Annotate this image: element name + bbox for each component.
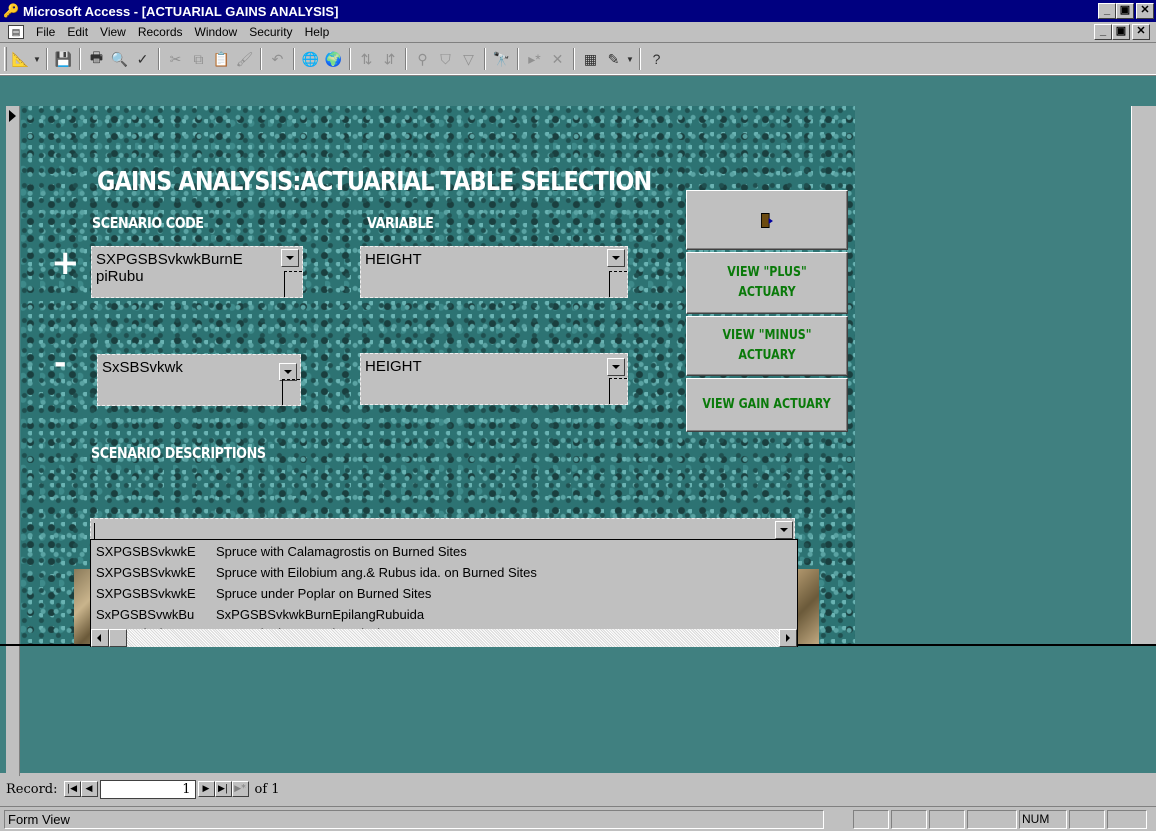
minus-scenario-combo[interactable]: SxSBSvkwk	[97, 354, 301, 406]
plus-variable-combo[interactable]: HEIGHT	[360, 246, 628, 298]
record-number-input[interactable]: 1	[99, 779, 196, 799]
minus-variable-dropdown-icon[interactable]	[607, 358, 625, 376]
next-record-icon[interactable]: ▶	[197, 781, 215, 797]
plus-variable-value: HEIGHT	[365, 251, 422, 268]
scenario-descriptions-label: SCENARIO DESCRIPTIONS	[91, 444, 266, 462]
spelling-icon[interactable]: ✓	[131, 48, 154, 70]
record-count: of 1	[254, 781, 280, 797]
plus-scenario-combo[interactable]: SXPGSBSvkwkBurnE piRubu	[91, 246, 303, 298]
paste-icon[interactable]: 📋	[210, 48, 233, 70]
status-bar: Form View NUM	[0, 806, 1156, 831]
close-button[interactable]: ✕	[1136, 3, 1154, 19]
status-panel	[853, 810, 889, 829]
plus-sign: +	[51, 243, 80, 283]
scroll-right-icon[interactable]	[779, 629, 797, 647]
scroll-left-icon[interactable]	[91, 629, 109, 647]
cut-icon[interactable]: ✂	[164, 48, 187, 70]
plus-scenario-dropdown-icon[interactable]	[281, 249, 299, 267]
view-gain-actuary-button[interactable]: VIEW GAIN ACTUARY	[686, 378, 848, 432]
print-preview-icon[interactable]: 🔍	[108, 48, 131, 70]
status-panel	[967, 810, 1017, 829]
variable-label: VARIABLE	[367, 214, 434, 232]
last-record-icon[interactable]: ▶|	[214, 781, 232, 797]
sort-descending-icon[interactable]: ⇵	[378, 48, 401, 70]
save-icon[interactable]: 💾	[52, 48, 75, 70]
plus-scenario-value: SXPGSBSvkwkBurnE piRubu	[96, 251, 243, 285]
new-object-icon[interactable]: ✎	[602, 48, 625, 70]
filter-by-form-icon[interactable]: ⛉	[434, 48, 457, 70]
menu-view[interactable]: View	[94, 25, 132, 39]
menu-window[interactable]: Window	[189, 25, 244, 39]
menu-bar: ▤ File Edit View Records Window Security…	[0, 22, 1156, 43]
new-record-icon[interactable]: ▸*	[523, 48, 546, 70]
undo-icon[interactable]: ↶	[266, 48, 289, 70]
background-photo-right	[795, 569, 819, 644]
menu-file[interactable]: File	[30, 25, 61, 39]
print-icon[interactable]: 🖶	[85, 48, 108, 70]
form-view-toolbar: 📐 ▼ 💾 🖶 🔍 ✓ ✂ ⧉ 📋 🖌 ↶ 🌐 🌍 ⇅ ⇵ ⚲ ⛉ ▽ 🔭 ▸*…	[0, 44, 1156, 75]
new-record-nav-icon[interactable]: ▶*	[231, 781, 249, 797]
apply-filter-icon[interactable]: ▽	[457, 48, 480, 70]
toolbar-grip[interactable]	[4, 47, 7, 71]
previous-record-icon[interactable]: ◀	[80, 781, 98, 797]
maximize-button[interactable]: ▣	[1116, 3, 1134, 19]
status-panel	[891, 810, 927, 829]
num-lock-indicator: NUM	[1019, 810, 1067, 829]
sort-ascending-icon[interactable]: ⇅	[355, 48, 378, 70]
copy-icon[interactable]: ⧉	[187, 48, 210, 70]
minus-scenario-value: SxSBSvkwk	[102, 359, 183, 376]
find-icon[interactable]: 🔭	[490, 48, 513, 70]
menu-help[interactable]: Help	[299, 25, 336, 39]
current-record-arrow-icon	[9, 110, 16, 122]
scrollbar-thumb[interactable]	[109, 629, 127, 647]
help-icon[interactable]: ?	[645, 48, 668, 70]
filter-by-selection-icon[interactable]: ⚲	[411, 48, 434, 70]
minimize-button[interactable]: _	[1098, 3, 1116, 19]
menu-edit[interactable]: Edit	[61, 25, 94, 39]
record-label: Record:	[6, 781, 58, 797]
minus-variable-combo[interactable]: HEIGHT	[360, 353, 628, 405]
status-panel	[1107, 810, 1147, 829]
view-minus-actuary-button[interactable]: VIEW "MINUS" ACTUARY	[686, 316, 848, 376]
scenario-descriptions-dropdown-icon[interactable]	[775, 521, 793, 539]
doc-restore-button[interactable]: ▣	[1112, 24, 1130, 40]
status-text: Form View	[4, 810, 824, 829]
view-dropdown-icon[interactable]: ▼	[32, 48, 42, 70]
document-window-controls: _ ▣ ✕	[1094, 24, 1150, 40]
form-control-menu-icon[interactable]: ▤	[8, 25, 24, 39]
doc-close-button[interactable]: ✕	[1132, 24, 1150, 40]
database-window-icon[interactable]: ▦	[579, 48, 602, 70]
view-plus-actuary-button[interactable]: VIEW "PLUS" ACTUARY	[686, 252, 848, 314]
mdi-client-area: GAINS ANALYSIS:ACTUARIAL TABLE SELECTION…	[0, 76, 1156, 776]
title-bar: 🔑 Microsoft Access - [ACTUARIAL GAINS AN…	[0, 0, 1156, 22]
window-title: Microsoft Access - [ACTUARIAL GAINS ANAL…	[23, 3, 339, 19]
minus-variable-value: HEIGHT	[365, 358, 422, 375]
insert-hyperlink-icon[interactable]: 🌐	[299, 48, 322, 70]
text-caret	[94, 523, 95, 539]
menu-records[interactable]: Records	[132, 25, 189, 39]
new-object-dropdown-icon[interactable]: ▼	[625, 48, 635, 70]
access-key-icon: 🔑	[3, 3, 20, 18]
form-right-margin	[1131, 106, 1156, 646]
menu-security[interactable]: Security	[243, 25, 298, 39]
scenario-descriptions-list[interactable]: SXPGSBSvkwkE Spruce with Calamagrostis o…	[90, 539, 798, 647]
plus-variable-dropdown-icon[interactable]	[607, 249, 625, 267]
format-painter-icon[interactable]: 🖌	[233, 48, 256, 70]
status-panel	[929, 810, 965, 829]
window-controls: _ ▣ ✕	[1098, 3, 1154, 19]
exit-button[interactable]	[686, 190, 848, 250]
list-horizontal-scrollbar[interactable]	[91, 629, 797, 647]
form-title: GAINS ANALYSIS:ACTUARIAL TABLE SELECTION	[97, 167, 652, 197]
doc-minimize-button[interactable]: _	[1094, 24, 1112, 40]
design-view-icon[interactable]: 📐	[9, 48, 32, 70]
exit-door-icon	[761, 212, 773, 228]
record-selector[interactable]	[6, 106, 20, 776]
delete-record-icon[interactable]: ✕	[546, 48, 569, 70]
web-toolbar-icon[interactable]: 🌍	[322, 48, 345, 70]
scenario-code-label: SCENARIO CODE	[92, 214, 204, 232]
record-navigator: Record: |◀ ◀ 1 ▶ ▶| ▶* of 1	[6, 777, 1156, 801]
first-record-icon[interactable]: |◀	[63, 781, 81, 797]
minus-sign: -	[54, 346, 67, 381]
status-panel	[1069, 810, 1105, 829]
